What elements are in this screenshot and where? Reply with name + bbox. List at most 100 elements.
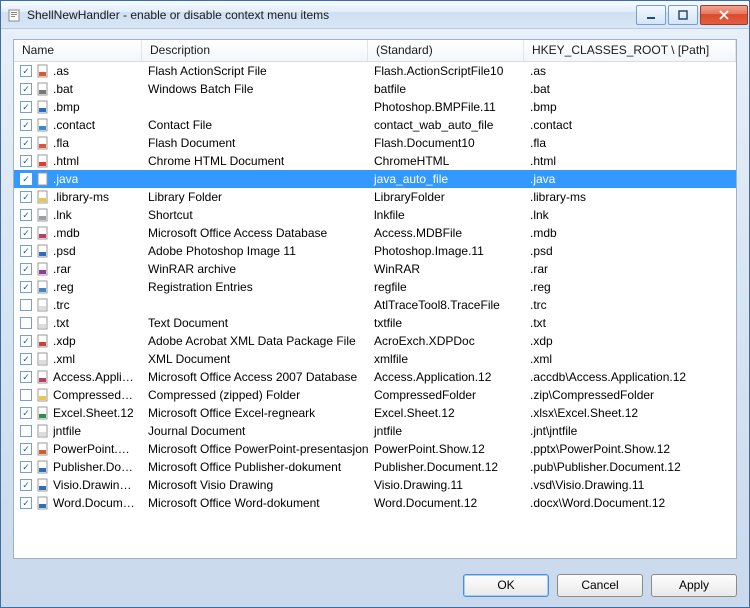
name-text: .xml [53,352,75,366]
cell-description: XML Document [142,350,368,368]
close-button[interactable] [700,5,748,25]
cell-description: Microsoft Office PowerPoint-presentasjon [142,440,368,458]
table-row[interactable]: .flaFlash DocumentFlash.Document10.fla [14,134,736,152]
table-row[interactable]: .rarWinRAR archiveWinRAR.rar [14,260,736,278]
row-checkbox[interactable] [20,281,32,293]
table-row[interactable]: .contactContact Filecontact_wab_auto_fil… [14,116,736,134]
cell-path: .zip\CompressedFolder [524,386,736,404]
table-row[interactable]: .mdbMicrosoft Office Access DatabaseAcce… [14,224,736,242]
table-row[interactable]: Access.Applicati...Microsoft Office Acce… [14,368,736,386]
row-checkbox[interactable] [20,317,32,329]
table-row[interactable]: Publisher.Docum...Microsoft Office Publi… [14,458,736,476]
table-row[interactable]: .xmlXML Documentxmlfile.xml [14,350,736,368]
apply-button[interactable]: Apply [651,574,737,597]
name-text: .rar [53,262,71,276]
cell-description: Library Folder [142,188,368,206]
row-checkbox[interactable] [20,65,32,77]
file-type-icon [35,171,51,187]
row-checkbox[interactable] [20,155,32,167]
name-text: PowerPoint.Sho... [53,442,136,456]
cell-path: .psd [524,242,736,260]
app-icon [7,7,23,23]
cancel-button[interactable]: Cancel [557,574,643,597]
name-text: .lnk [53,208,72,222]
row-checkbox[interactable] [20,371,32,383]
table-row[interactable]: Word.Document...Microsoft Office Word-do… [14,494,736,512]
file-type-icon [35,279,51,295]
table-row[interactable]: .htmlChrome HTML DocumentChromeHTML.html [14,152,736,170]
cell-description: Compressed (zipped) Folder [142,386,368,404]
row-checkbox[interactable] [20,461,32,473]
row-checkbox[interactable] [20,443,32,455]
cell-description: Microsoft Office Word-dokument [142,494,368,512]
table-row[interactable]: .trcAtlTraceTool8.TraceFile.trc [14,296,736,314]
table-row[interactable]: .javajava_auto_file.java [14,170,736,188]
cell-standard: Excel.Sheet.12 [368,404,524,422]
name-text: .reg [53,280,74,294]
table-row[interactable]: .lnkShortcutlnkfile.lnk [14,206,736,224]
name-text: Access.Applicati... [53,370,136,384]
cell-path: .contact [524,116,736,134]
row-checkbox[interactable] [20,425,32,437]
table-row[interactable]: .bmpPhotoshop.BMPFile.11.bmp [14,98,736,116]
ok-button[interactable]: OK [463,574,549,597]
column-header-description[interactable]: Description [142,40,368,61]
cell-path: .mdb [524,224,736,242]
name-text: .mdb [53,226,80,240]
cell-standard: java_auto_file [368,170,524,188]
row-checkbox[interactable] [20,335,32,347]
table-row[interactable]: .psd Adobe Photoshop Image 11Photoshop.Im… [14,242,736,260]
file-type-icon [35,315,51,331]
minimize-button[interactable] [636,5,666,25]
titlebar[interactable]: ShellNewHandler - enable or disable cont… [1,1,749,29]
table-row[interactable]: .asFlash ActionScript FileFlash.ActionSc… [14,62,736,80]
cell-name: .library-ms [14,188,142,206]
row-checkbox[interactable] [20,263,32,275]
row-checkbox[interactable] [20,119,32,131]
table-row[interactable]: Visio.Drawing.11Microsoft Visio DrawingV… [14,476,736,494]
table-row[interactable]: .batWindows Batch Filebatfile.bat [14,80,736,98]
row-checkbox[interactable] [20,209,32,221]
cell-description: Registration Entries [142,278,368,296]
row-checkbox[interactable] [20,191,32,203]
row-checkbox[interactable] [20,83,32,95]
row-checkbox[interactable] [20,245,32,257]
table-row[interactable]: PowerPoint.Sho... Microsoft Office PowerP… [14,440,736,458]
table-row[interactable]: Excel.Sheet.12Microsoft Office Excel-reg… [14,404,736,422]
table-row[interactable]: .xdpAdobe Acrobat XML Data Package FileA… [14,332,736,350]
cell-standard: Access.Application.12 [368,368,524,386]
row-checkbox[interactable] [20,137,32,149]
cell-standard: batfile [368,80,524,98]
table-row[interactable]: .txtText Documenttxtfile.txt [14,314,736,332]
cell-standard: Photoshop.Image.11 [368,242,524,260]
row-checkbox[interactable] [20,173,32,185]
row-checkbox[interactable] [20,227,32,239]
column-header-name[interactable]: Name [14,40,142,61]
cell-standard: Publisher.Document.12 [368,458,524,476]
cell-standard: Flash.ActionScriptFile10 [368,62,524,80]
column-header-path[interactable]: HKEY_CLASSES_ROOT \ [Path] [524,40,736,61]
cell-name: .trc [14,296,142,314]
row-checkbox[interactable] [20,389,32,401]
window-title: ShellNewHandler - enable or disable cont… [27,8,634,22]
maximize-button[interactable] [668,5,698,25]
cell-description: Adobe Photoshop Image 11 [142,242,368,260]
row-checkbox[interactable] [20,497,32,509]
table-row[interactable]: CompressedFolderCompressed (zipped) Fold… [14,386,736,404]
row-checkbox[interactable] [20,101,32,113]
row-checkbox[interactable] [20,407,32,419]
cell-description: Text Document [142,314,368,332]
column-header-standard[interactable]: (Standard) [368,40,524,61]
name-text: .trc [53,298,70,312]
row-checkbox[interactable] [20,299,32,311]
table-row[interactable]: .regRegistration Entriesregfile.reg [14,278,736,296]
cell-path: .lnk [524,206,736,224]
cell-standard: LibraryFolder [368,188,524,206]
table-row[interactable]: jntfileJournal Documentjntfile.jnt\jntfi… [14,422,736,440]
list-view[interactable]: Name Description (Standard) HKEY_CLASSES… [13,39,737,559]
row-checkbox[interactable] [20,353,32,365]
table-row[interactable]: .library-msLibrary FolderLibraryFolder.l… [14,188,736,206]
cell-standard: PowerPoint.Show.12 [368,440,524,458]
row-checkbox[interactable] [20,479,32,491]
cell-path: .pptx\PowerPoint.Show.12 [524,440,736,458]
